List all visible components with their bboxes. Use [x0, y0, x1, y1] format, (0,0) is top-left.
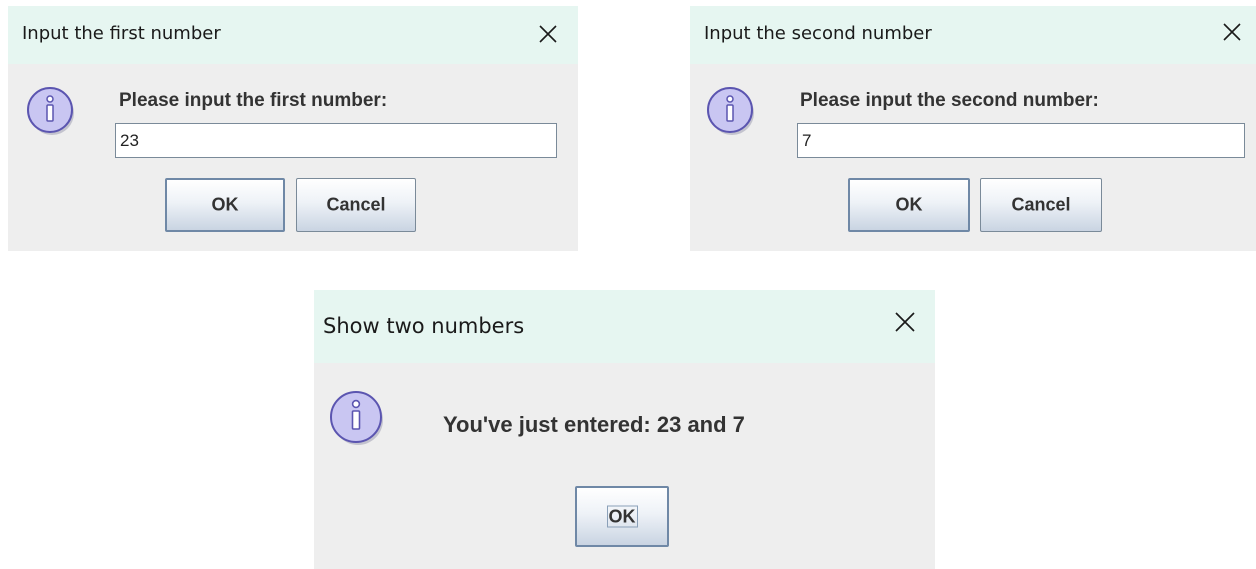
number-input[interactable] [797, 123, 1245, 158]
first-number-dialog: Input the first number Please input the … [8, 6, 578, 251]
close-icon [539, 25, 557, 43]
ok-button-label-wrap: OK [577, 505, 667, 527]
close-button[interactable] [538, 24, 558, 44]
ok-button[interactable]: OK [575, 486, 669, 547]
second-number-dialog: Input the second number Please input the… [690, 6, 1256, 251]
cancel-button[interactable]: Cancel [980, 178, 1102, 232]
ok-button-label: OK [211, 194, 239, 215]
result-dialog: Show two numbers You've just entered: 23… [314, 290, 935, 569]
title-bar[interactable]: Show two numbers [314, 290, 935, 363]
prompt-message: Please input the second number: [800, 90, 1099, 111]
cancel-button-label: Cancel [1011, 194, 1071, 215]
result-message: You've just entered: 23 and 7 [443, 412, 745, 437]
cancel-button-label: Cancel [326, 194, 386, 215]
info-icon [328, 388, 386, 448]
title-bar[interactable]: Input the second number [690, 6, 1256, 64]
close-icon [1223, 23, 1241, 41]
cancel-button[interactable]: Cancel [296, 178, 416, 232]
prompt-message: Please input the first number: [119, 90, 388, 111]
number-input[interactable] [115, 123, 557, 158]
close-icon [895, 312, 915, 332]
title-bar[interactable]: Input the first number [8, 6, 578, 64]
dialog-title: Input the first number [22, 23, 221, 44]
close-button[interactable] [1222, 22, 1242, 42]
close-button[interactable] [894, 311, 916, 333]
ok-button-label: OK [895, 194, 923, 215]
ok-button-label: OK [606, 505, 638, 527]
info-icon [26, 85, 76, 137]
info-icon [706, 85, 756, 137]
dialog-title: Show two numbers [323, 314, 525, 338]
ok-button[interactable]: OK [165, 178, 285, 232]
ok-button[interactable]: OK [848, 178, 970, 232]
dialog-title: Input the second number [704, 23, 932, 44]
